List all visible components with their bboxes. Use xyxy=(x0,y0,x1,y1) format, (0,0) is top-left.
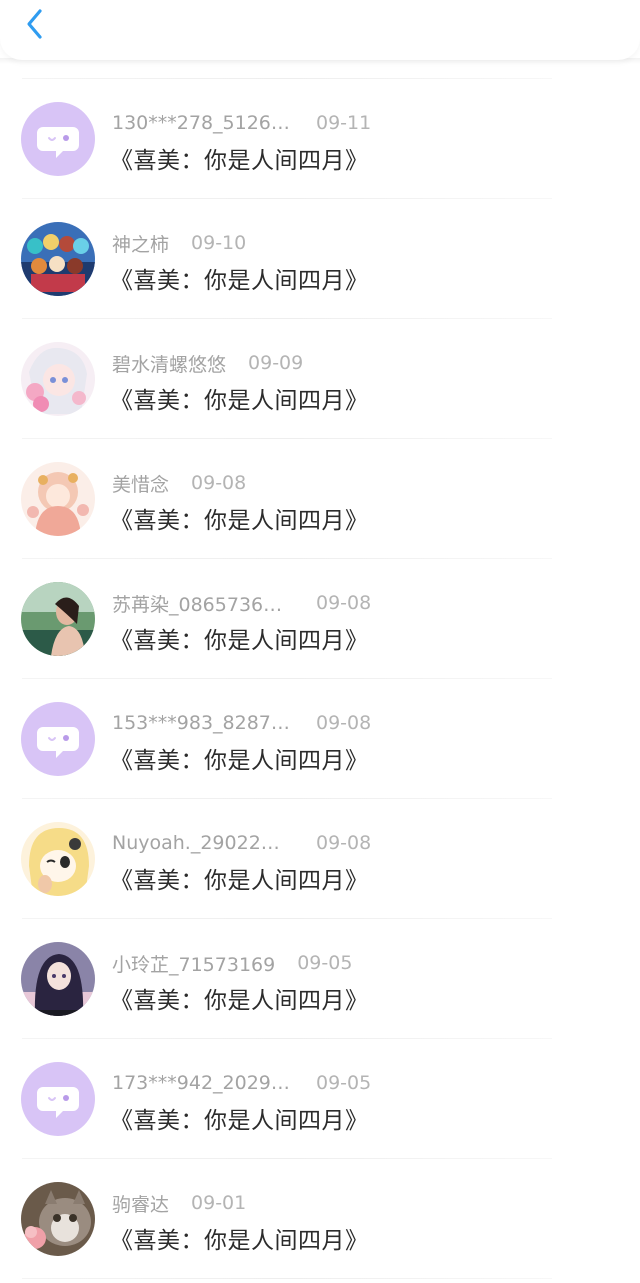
message-date: 09-08 xyxy=(316,832,372,854)
message-title: 《喜美：你是人间四月》 xyxy=(110,868,369,894)
default-chat-avatar[interactable] xyxy=(21,702,95,776)
list-item[interactable]: 130***278_5126… 09-11 《喜美：你是人间四月》 xyxy=(0,79,640,198)
message-meta: 小玲芷_71573169 09-05 xyxy=(112,950,352,976)
message-meta: 173***942_2029… 09-05 xyxy=(112,1070,371,1096)
list-item[interactable]: 小玲芷_71573169 09-05 《喜美：你是人间四月》 xyxy=(0,919,640,1038)
message-title: 《喜美：你是人间四月》 xyxy=(110,1228,369,1254)
sender-name: 130***278_5126… xyxy=(112,112,290,134)
message-meta: 苏苒染_0865736… 09-08 xyxy=(112,590,371,616)
message-meta: Nuyoah._29022… 09-08 xyxy=(112,830,371,856)
message-title: 《喜美：你是人间四月》 xyxy=(110,388,369,414)
photo-woman-avatar[interactable] xyxy=(21,582,95,656)
message-date: 09-10 xyxy=(191,232,247,254)
message-date: 09-08 xyxy=(316,712,372,734)
message-meta: 美惜念 09-08 xyxy=(112,470,246,496)
list-item[interactable]: 153***983_8287… 09-08 《喜美：你是人间四月》 xyxy=(0,679,640,798)
list-item[interactable]: 驹睿达 09-01 《喜美：你是人间四月》 xyxy=(0,1159,640,1278)
anime-girl-pink-avatar[interactable] xyxy=(21,342,95,416)
anime-dark-hair-avatar[interactable] xyxy=(21,942,95,1016)
message-meta: 130***278_5126… 09-11 xyxy=(112,110,371,136)
sender-name: 驹睿达 xyxy=(112,1193,170,1216)
message-date: 09-09 xyxy=(248,352,304,374)
message-date: 09-01 xyxy=(191,1192,247,1214)
sender-name: 153***983_8287… xyxy=(112,712,290,734)
sender-name: Nuyoah._29022… xyxy=(112,832,280,854)
message-date: 09-08 xyxy=(316,592,372,614)
list-item[interactable]: 碧水清螺悠悠 09-09 《喜美：你是人间四月》 xyxy=(0,319,640,438)
message-date: 09-08 xyxy=(191,472,247,494)
anime-group-avatar[interactable] xyxy=(21,222,95,296)
sender-name: 小玲芷_71573169 xyxy=(112,953,276,976)
cat-photo-avatar[interactable] xyxy=(21,1182,95,1256)
list-item[interactable]: 苏苒染_0865736… 09-08 《喜美：你是人间四月》 xyxy=(0,559,640,678)
message-title: 《喜美：你是人间四月》 xyxy=(110,1108,369,1134)
message-date: 09-05 xyxy=(297,952,353,974)
message-title: 《喜美：你是人间四月》 xyxy=(110,748,369,774)
list-item[interactable]: 神之柿 09-10 《喜美：你是人间四月》 xyxy=(0,199,640,318)
illustration-girl-avatar[interactable] xyxy=(21,462,95,536)
message-title: 《喜美：你是人间四月》 xyxy=(110,628,369,654)
list-item[interactable]: 美惜念 09-08 《喜美：你是人间四月》 xyxy=(0,439,640,558)
divider xyxy=(22,1278,552,1279)
message-title: 《喜美：你是人间四月》 xyxy=(110,508,369,534)
message-title: 《喜美：你是人间四月》 xyxy=(110,988,369,1014)
sender-name: 173***942_2029… xyxy=(112,1072,290,1094)
message-list: 130***278_5126… 09-11 《喜美：你是人间四月》 神之柿 09… xyxy=(0,78,640,1279)
chevron-left-icon xyxy=(25,8,45,44)
message-meta: 神之柿 09-10 xyxy=(112,230,246,256)
message-meta: 153***983_8287… 09-08 xyxy=(112,710,371,736)
sender-name: 美惜念 xyxy=(112,473,170,496)
message-meta: 驹睿达 09-01 xyxy=(112,1190,246,1216)
list-item[interactable]: Nuyoah._29022… 09-08 《喜美：你是人间四月》 xyxy=(0,799,640,918)
default-chat-avatar[interactable] xyxy=(21,102,95,176)
message-title: 《喜美：你是人间四月》 xyxy=(110,148,369,174)
message-date: 09-11 xyxy=(316,112,372,134)
sender-name: 神之柿 xyxy=(112,233,170,256)
list-item[interactable]: 173***942_2029… 09-05 《喜美：你是人间四月》 xyxy=(0,1039,640,1158)
message-title: 《喜美：你是人间四月》 xyxy=(110,268,369,294)
message-list-page: 130***278_5126… 09-11 《喜美：你是人间四月》 神之柿 09… xyxy=(0,0,640,1283)
message-meta: 碧水清螺悠悠 09-09 xyxy=(112,350,303,376)
sender-name: 苏苒染_0865736… xyxy=(112,593,283,616)
default-chat-avatar[interactable] xyxy=(21,1062,95,1136)
sender-name: 碧水清螺悠悠 xyxy=(112,353,227,376)
cartoon-girl-avatar[interactable] xyxy=(21,822,95,896)
back-button[interactable] xyxy=(18,6,52,46)
message-date: 09-05 xyxy=(316,1072,372,1094)
top-bar xyxy=(0,0,640,60)
